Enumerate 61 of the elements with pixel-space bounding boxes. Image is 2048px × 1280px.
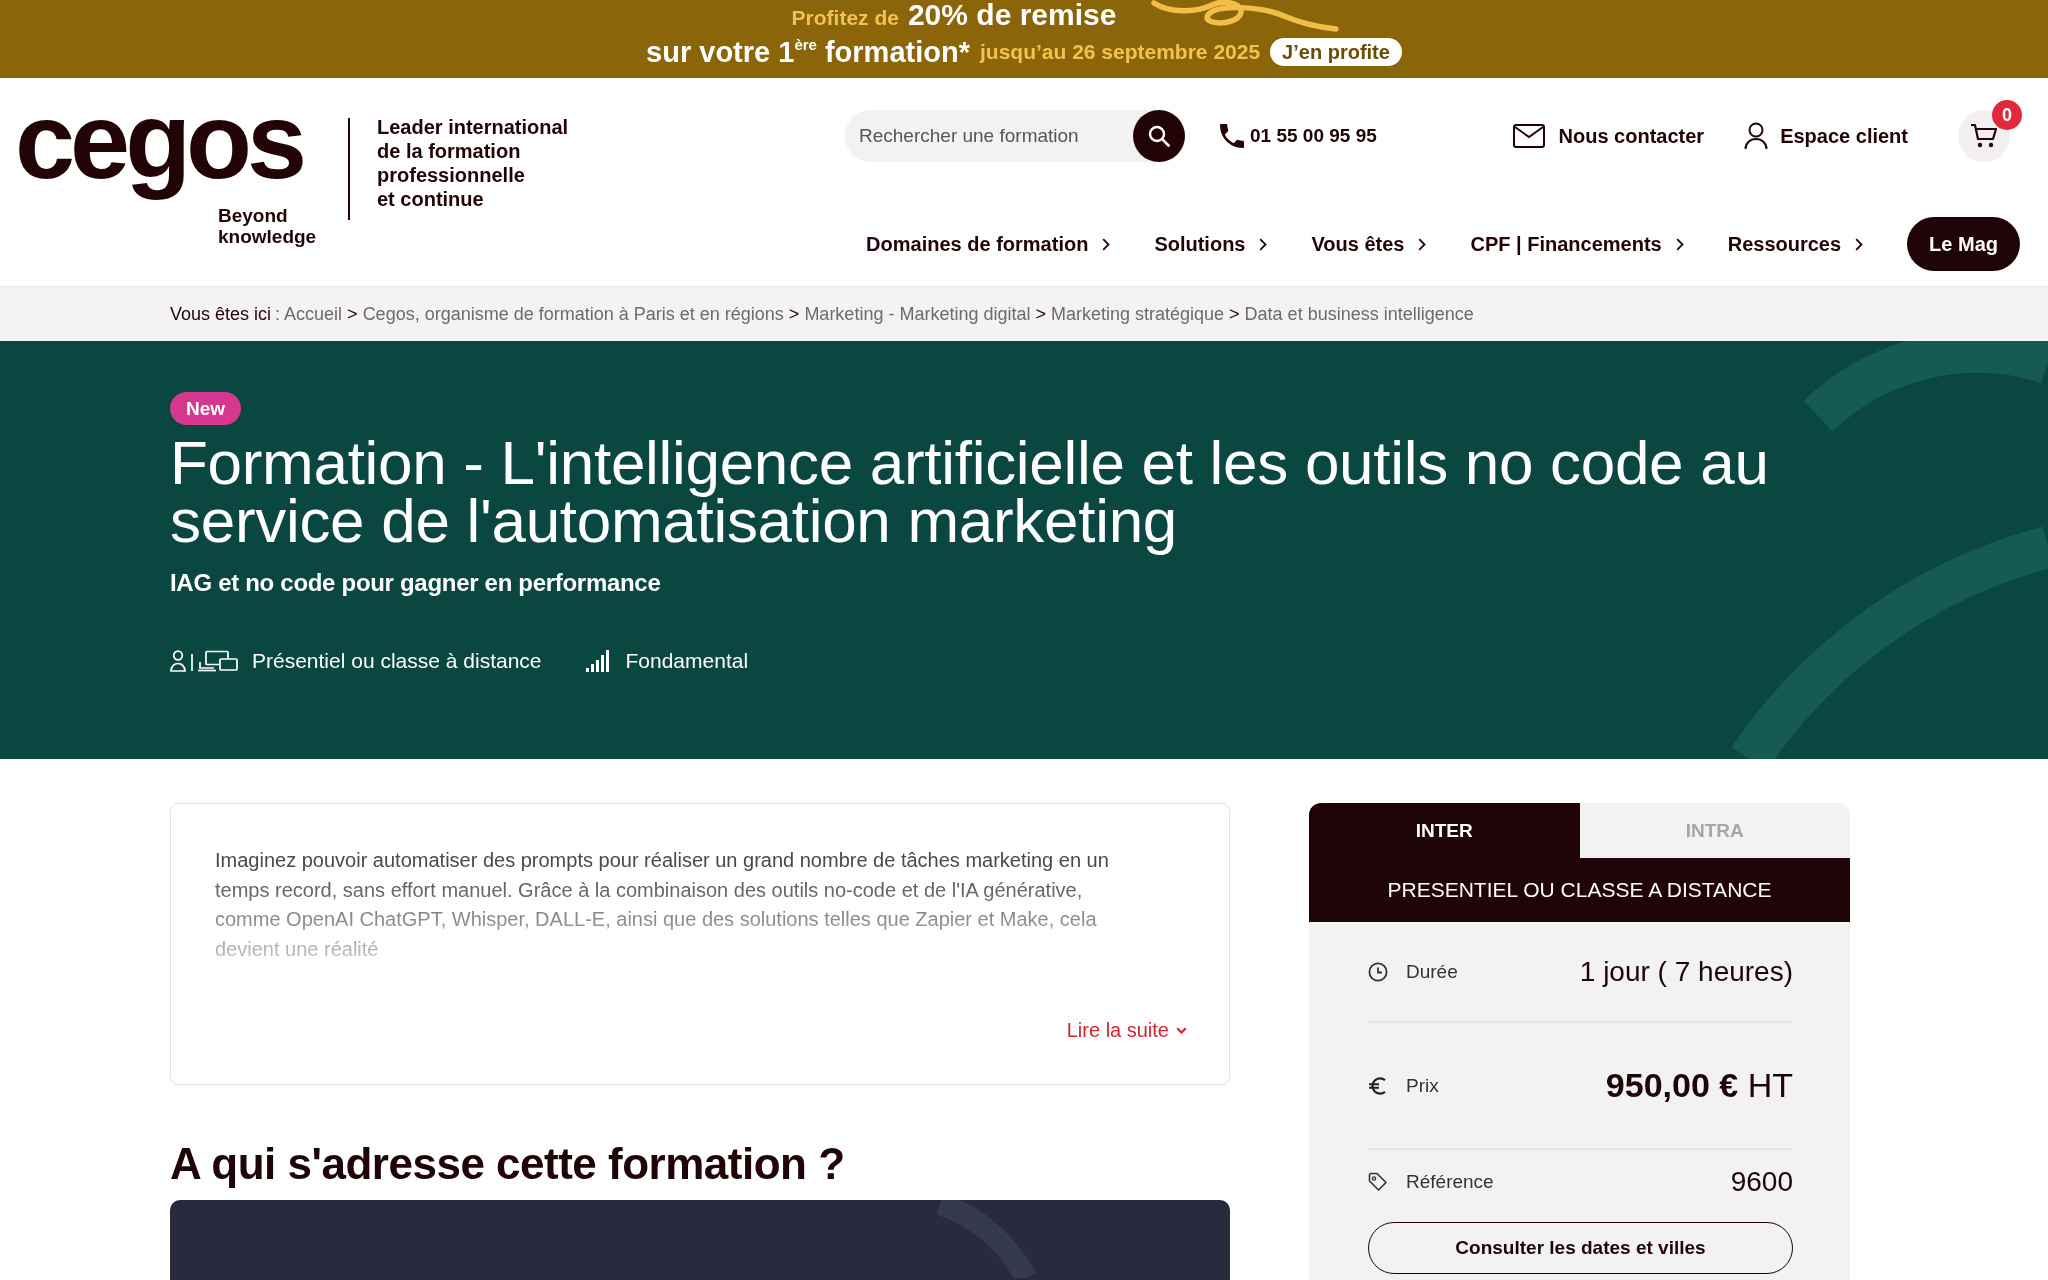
course-subtitle: IAG et no code pour gagner en performance: [170, 569, 662, 597]
promo-button[interactable]: J’en profite: [1270, 38, 1402, 66]
course-attribute: Fondamental: [625, 649, 749, 673]
search-icon: [1148, 125, 1170, 147]
chevron-icon: [1259, 237, 1268, 251]
nav-menu-item[interactable]: CPF | Financements: [1470, 232, 1684, 256]
breadcrumb-separator: >: [788, 303, 800, 325]
course-title: Formation - L'intelligence artificielle et les outils no code au service de l'automatisation marketing: [170, 430, 1770, 557]
phone-icon: [1220, 124, 1244, 148]
breadcrumb-separator: :: [275, 303, 281, 325]
breadcrumb-link[interactable]: Accueil: [284, 303, 343, 325]
logo-slogan: Beyond knowledge: [218, 205, 317, 247]
new-badge: New: [170, 392, 242, 425]
chevron-icon: [1102, 237, 1111, 251]
detail-label: Référence: [1406, 1171, 1494, 1193]
chevron-icon: [1675, 237, 1684, 251]
detail-label: Durée: [1406, 960, 1458, 983]
chevron-icon: [1418, 237, 1427, 251]
detail-value: 1 jour ( 7 heures): [1579, 955, 1793, 988]
promo-offer: 20% de remise: [907, 0, 1117, 30]
section-heading: A qui s'adresse cette formation ?: [170, 1139, 846, 1189]
breadcrumb-link[interactable]: Cegos, organisme de formation à Paris et en régions: [362, 303, 784, 325]
account-link[interactable]: Espace client: [1744, 122, 1908, 150]
promo-headline: sur votre 1$^{ère}$ formation*: [646, 35, 970, 69]
promo-deadline: jusqu’au 26 septembre 2025: [979, 40, 1261, 64]
nav-menu-item[interactable]: Vous êtes: [1311, 232, 1427, 256]
nav-menu-item[interactable]: Solutions: [1154, 232, 1268, 256]
tag-icon: [1368, 1172, 1388, 1192]
breadcrumb-separator: >: [1229, 303, 1240, 325]
course-attribute: Présentiel ou classe à distance: [252, 649, 542, 673]
clock-icon: [1368, 961, 1388, 982]
nav-menu-item[interactable]: Domaines de formation: [866, 232, 1111, 256]
user-icon: [1744, 122, 1769, 150]
nav-menu-item[interactable]: Ressources: [1727, 232, 1864, 256]
breadcrumb-link[interactable]: Data et business intelligence: [1244, 303, 1474, 325]
envelope-icon: [1512, 124, 1545, 148]
promo-intro: Profitez de: [791, 6, 899, 30]
contact-link[interactable]: Nous contacter: [1512, 124, 1705, 148]
signal-bars-icon: [585, 650, 612, 672]
read-more-link[interactable]: Lire la suite: [1066, 1019, 1187, 1042]
breadcrumb-link[interactable]: Marketing - Marketing digital: [804, 303, 1031, 325]
chevron-icon: [1855, 237, 1864, 251]
magazine-button[interactable]: Le Mag: [1907, 217, 2020, 271]
phone-link[interactable]: 01 55 00 95 95: [1220, 124, 1377, 148]
breadcrumb-separator: >: [347, 303, 358, 325]
breadcrumb-separator: >: [1035, 303, 1046, 325]
search-button[interactable]: [1133, 110, 1185, 162]
cart-icon: [1970, 123, 1998, 149]
person-and-screens-icon: [170, 650, 238, 672]
company-baseline: Leader international de la formation professionnelle et continue: [377, 115, 569, 211]
detail-value: 950,00 € HT: [1605, 1066, 1793, 1105]
description-text: Imaginez pouvoir automatiser des prompts pour réaliser un grand nombre de tâches marketing en un temps record, sans effort manuel. Grâce à la combinaison des outils no-code et de l'IA générative, comme OpenAI ChatGPT, Whisper, DALL-E, ainsi que des solutions telles que Zapier et Make, cela devient une réalité: [215, 848, 1110, 962]
euro-icon: [1368, 1075, 1388, 1096]
detail-label: Prix: [1406, 1074, 1439, 1097]
cart-count-badge: 0: [1992, 100, 2022, 130]
chevron-down-icon: [1176, 1027, 1187, 1034]
offer-tab[interactable]: INTER: [1309, 803, 1580, 858]
format-header: PRESENTIEL OU CLASSE A DISTANCE: [1309, 858, 1850, 922]
breadcrumb-prefix: Vous êtes ici: [170, 303, 272, 325]
detail-value: 9600: [1730, 1166, 1793, 1198]
breadcrumb-link[interactable]: Marketing stratégique: [1051, 303, 1225, 325]
